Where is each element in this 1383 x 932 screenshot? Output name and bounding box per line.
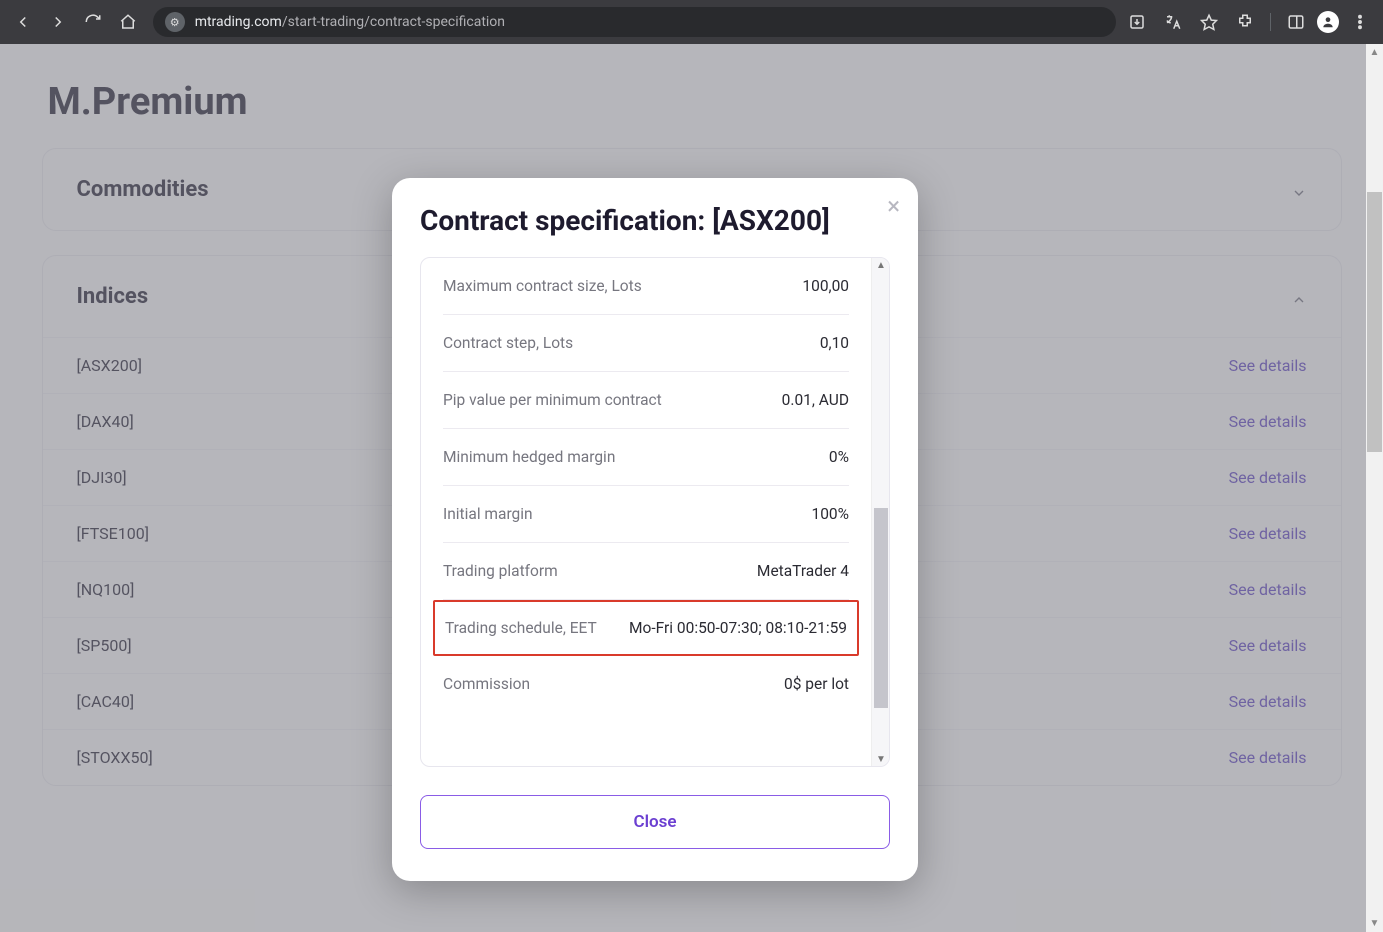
- url-text: mtrading.com/start-trading/contract-spec…: [195, 14, 505, 30]
- modal-title: Contract specification: [ASX200]: [420, 204, 890, 237]
- browser-toolbar: ⚙ mtrading.com/start-trading/contract-sp…: [0, 0, 1383, 44]
- spec-row-contract-step: Contract step, Lots 0,10: [443, 315, 849, 372]
- address-bar[interactable]: ⚙ mtrading.com/start-trading/contract-sp…: [153, 7, 1116, 37]
- spec-row-pip-value: Pip value per minimum contract 0.01, AUD: [443, 372, 849, 429]
- forward-button[interactable]: [43, 7, 72, 37]
- scroll-down-icon[interactable]: ▼: [1366, 915, 1383, 932]
- page-viewport: M.Premium Commodities Indices [ASX200]Se…: [0, 44, 1383, 932]
- spec-label: Commission: [443, 675, 530, 693]
- scroll-down-icon[interactable]: ▼: [872, 752, 890, 766]
- spec-label: Initial margin: [443, 505, 533, 523]
- spec-row-schedule-highlighted: Trading schedule, EET Mo-Fri 00:50-07:30…: [433, 600, 859, 656]
- spec-row-platform: Trading platform MetaTrader 4: [443, 543, 849, 600]
- back-button[interactable]: [8, 7, 37, 37]
- spec-value: 0%: [829, 448, 849, 466]
- scrollbar-thumb[interactable]: [1367, 192, 1382, 452]
- panel-scrollbar[interactable]: ▲ ▼: [871, 258, 889, 766]
- spec-value: MetaTrader 4: [757, 562, 849, 580]
- bookmark-star-icon[interactable]: [1194, 7, 1224, 37]
- spec-value: 100%: [812, 505, 850, 523]
- install-app-icon[interactable]: [1122, 7, 1152, 37]
- extensions-icon[interactable]: [1230, 7, 1260, 37]
- close-icon[interactable]: ×: [887, 194, 900, 218]
- spec-label: Pip value per minimum contract: [443, 391, 662, 409]
- scroll-up-icon[interactable]: ▲: [872, 258, 890, 272]
- spec-value: 0$ per lot: [784, 675, 849, 693]
- browser-menu-icon[interactable]: [1345, 7, 1375, 37]
- spec-value: 0,10: [820, 334, 849, 352]
- spec-label: Trading schedule, EET: [445, 619, 597, 637]
- reload-button[interactable]: [78, 7, 107, 37]
- contract-spec-modal: × Contract specification: [ASX200] Maxim…: [392, 178, 918, 881]
- spec-label: Trading platform: [443, 562, 558, 580]
- toolbar-separator: [1270, 13, 1271, 31]
- spec-label: Minimum hedged margin: [443, 448, 615, 466]
- spec-row-commission: Commission 0$ per lot: [443, 656, 849, 712]
- spec-value: 100,00: [802, 277, 849, 295]
- spec-value: 0.01, AUD: [782, 391, 849, 409]
- sidepanel-icon[interactable]: [1281, 7, 1311, 37]
- spec-panel: Maximum contract size, Lots 100,00 Contr…: [420, 257, 890, 767]
- scrollbar-thumb[interactable]: [874, 508, 888, 708]
- spec-label: Maximum contract size, Lots: [443, 277, 642, 295]
- home-button[interactable]: [114, 7, 143, 37]
- profile-avatar[interactable]: [1317, 11, 1339, 33]
- translate-icon[interactable]: [1158, 7, 1188, 37]
- spec-label: Contract step, Lots: [443, 334, 573, 352]
- scroll-up-icon[interactable]: ▲: [1366, 44, 1383, 61]
- site-settings-icon[interactable]: ⚙: [165, 12, 185, 32]
- spec-row-initial-margin: Initial margin 100%: [443, 486, 849, 543]
- spec-row-min-hedged: Minimum hedged margin 0%: [443, 429, 849, 486]
- page-scrollbar[interactable]: ▲ ▼: [1366, 44, 1383, 932]
- spec-value: Mo-Fri 00:50-07:30; 08:10-21:59: [629, 619, 847, 637]
- spec-row-max-contract: Maximum contract size, Lots 100,00: [443, 258, 849, 315]
- close-button[interactable]: Close: [420, 795, 890, 849]
